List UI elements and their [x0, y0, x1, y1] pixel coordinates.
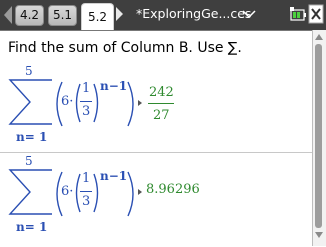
- expression-row[interactable]: 5 n= 1 6· 1 3 n−1 8.96296: [0, 154, 312, 244]
- result-value: 8.96296: [146, 182, 200, 197]
- result-arrow-icon: [138, 189, 142, 195]
- exponent: n−1: [100, 79, 128, 93]
- sigma-icon: [8, 79, 52, 125]
- nav-right-arrow-icon[interactable]: [116, 7, 123, 21]
- scroll-up-arrow-icon[interactable]: [315, 34, 323, 40]
- expression-row[interactable]: 5 n= 1 6· 1 3 n−1 242 27: [0, 62, 312, 152]
- scrollbar-thumb[interactable]: [315, 44, 322, 228]
- document-title: *ExploringGe...ces: [136, 6, 252, 21]
- sigma-icon: [8, 169, 52, 215]
- fraction-bar: [80, 191, 92, 192]
- divider: [0, 152, 312, 153]
- exponent: n−1: [100, 169, 128, 183]
- battery-icon: [290, 7, 306, 21]
- fraction-numerator: 1: [82, 171, 91, 186]
- fraction-denominator: 3: [82, 104, 91, 119]
- lower-limit: n= 1: [16, 220, 48, 234]
- lower-limit: n= 1: [16, 130, 48, 144]
- result-numerator: 242: [149, 85, 174, 100]
- result-arrow-icon: [138, 100, 142, 106]
- tab-5-2[interactable]: 5.2: [81, 3, 114, 31]
- tab-5-1[interactable]: 5.1: [48, 5, 77, 26]
- fraction-numerator: 1: [82, 81, 91, 96]
- tab-4-2[interactable]: 4.2: [15, 5, 44, 26]
- nav-left-arrow-icon[interactable]: [4, 6, 12, 24]
- scroll-down-arrow-icon[interactable]: [315, 232, 323, 238]
- title-bar: 4.2 5.1 5.2 *ExploringGe...ces: [0, 0, 326, 31]
- result-denominator: 27: [153, 108, 170, 123]
- upper-limit: 5: [25, 64, 33, 78]
- fraction-denominator: 3: [82, 194, 91, 209]
- left-paren-icon: [75, 173, 81, 213]
- chevron-down-icon[interactable]: [242, 9, 256, 19]
- close-icon[interactable]: [308, 3, 324, 25]
- fraction-bar: [80, 101, 92, 102]
- calculator-screen: 4.2 5.1 5.2 *ExploringGe...ces Find the …: [0, 0, 326, 246]
- upper-limit: 5: [25, 154, 33, 168]
- left-paren-icon: [75, 83, 81, 123]
- result-fraction-bar: [148, 103, 174, 104]
- prompt-text: Find the sum of Column B. Use ∑.: [8, 40, 242, 56]
